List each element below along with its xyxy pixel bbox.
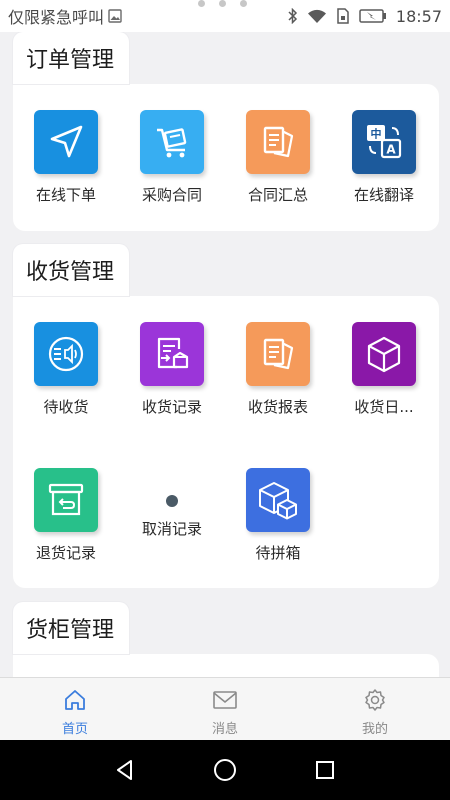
navigation-arrow-icon xyxy=(34,110,98,174)
receiving-grid: 待收货 收货记录 收货报表 收货日... 退货记录 取消记录 待拼箱 xyxy=(13,296,439,588)
container-section-title: 货柜管理 xyxy=(13,602,129,654)
purchase-contract-item[interactable]: 采购合同 xyxy=(119,110,225,220)
nav-label: 首页 xyxy=(61,722,88,737)
dot-icon xyxy=(166,495,178,507)
battery-icon xyxy=(359,9,387,23)
item-label: 收货日... xyxy=(354,398,414,416)
item-label: 待收货 xyxy=(43,398,89,416)
back-button[interactable] xyxy=(105,750,145,790)
home-circle-icon xyxy=(214,759,236,781)
nav-label: 消息 xyxy=(211,722,238,737)
image-icon xyxy=(108,9,122,23)
nav-profile[interactable]: 我的 xyxy=(300,678,450,740)
broadcast-icon xyxy=(34,322,98,386)
svg-text:A: A xyxy=(386,143,396,157)
status-bar: 仅限紧急呼叫 18:57 xyxy=(0,0,450,32)
box-icon xyxy=(352,322,416,386)
return-box-icon xyxy=(34,468,98,532)
contract-summary-item[interactable]: 合同汇总 xyxy=(225,110,331,220)
item-label: 采购合同 xyxy=(141,186,202,204)
documents-icon xyxy=(246,110,310,174)
receiving-card: 待收货 收货记录 收货报表 收货日... 退货记录 取消记录 待拼箱 xyxy=(13,296,439,588)
carrier-text: 仅限紧急呼叫 xyxy=(8,8,105,27)
item-label: 收货报表 xyxy=(247,398,308,416)
consolidate-item[interactable]: 待拼箱 xyxy=(225,468,331,578)
back-triangle-icon xyxy=(117,760,132,780)
order-grid: 在线下单 采购合同 合同汇总 中A 在线翻译 xyxy=(13,84,439,231)
section-receiving: 待收货 收货记录 收货报表 收货日... 退货记录 取消记录 待拼箱 收货管理 xyxy=(13,244,439,594)
recents-button[interactable] xyxy=(305,750,345,790)
online-order-item[interactable]: 在线下单 xyxy=(13,110,119,220)
item-label: 收货记录 xyxy=(141,398,202,416)
cancel-record-item[interactable]: 取消记录 xyxy=(119,468,225,578)
svg-text:中: 中 xyxy=(371,127,382,141)
section-container: 货柜管理 xyxy=(13,602,439,677)
documents-icon xyxy=(246,322,310,386)
order-section-title: 订单管理 xyxy=(13,32,129,84)
item-label: 退货记录 xyxy=(35,544,96,562)
receive-report-item[interactable]: 收货报表 xyxy=(225,322,331,432)
nav-home[interactable]: 首页 xyxy=(0,678,150,740)
bluetooth-icon xyxy=(288,8,298,24)
receive-record-icon xyxy=(140,322,204,386)
container-card xyxy=(13,654,439,677)
item-label: 在线下单 xyxy=(35,186,96,204)
main-content[interactable]: 在线下单 采购合同 合同汇总 中A 在线翻译 订单管理 待收货 收货记录 收货报… xyxy=(0,32,450,677)
pending-receive-item[interactable]: 待收货 xyxy=(13,322,119,432)
receive-record-item[interactable]: 收货记录 xyxy=(119,322,225,432)
nav-messages[interactable]: 消息 xyxy=(150,678,300,740)
order-card: 在线下单 采购合同 合同汇总 中A 在线翻译 xyxy=(13,84,439,231)
item-label: 取消记录 xyxy=(141,520,202,538)
home-button[interactable] xyxy=(205,750,245,790)
item-label: 合同汇总 xyxy=(247,186,308,204)
notification-dots xyxy=(198,0,247,7)
system-nav-bar xyxy=(0,740,450,800)
bottom-nav: 首页 消息 我的 xyxy=(0,677,450,740)
gear-icon xyxy=(363,688,387,712)
boxes-icon xyxy=(246,468,310,532)
clock: 18:57 xyxy=(395,6,442,26)
item-label: 待拼箱 xyxy=(255,544,301,562)
mail-icon xyxy=(212,688,238,712)
receive-log-item[interactable]: 收货日... xyxy=(331,322,437,432)
receiving-section-title: 收货管理 xyxy=(13,244,129,296)
status-right: 18:57 xyxy=(288,7,442,26)
nav-label: 我的 xyxy=(361,722,388,737)
cart-icon xyxy=(140,110,204,174)
home-icon xyxy=(63,688,87,712)
status-left: 仅限紧急呼叫 xyxy=(8,4,122,28)
return-record-item[interactable]: 退货记录 xyxy=(13,468,119,578)
item-label: 在线翻译 xyxy=(353,186,414,204)
recents-square-icon xyxy=(316,761,334,779)
wifi-icon xyxy=(307,9,327,24)
translate-icon: 中A xyxy=(352,110,416,174)
section-order: 在线下单 采购合同 合同汇总 中A 在线翻译 订单管理 xyxy=(13,32,439,232)
online-translate-item[interactable]: 中A 在线翻译 xyxy=(331,110,437,220)
sim-icon xyxy=(336,8,350,24)
